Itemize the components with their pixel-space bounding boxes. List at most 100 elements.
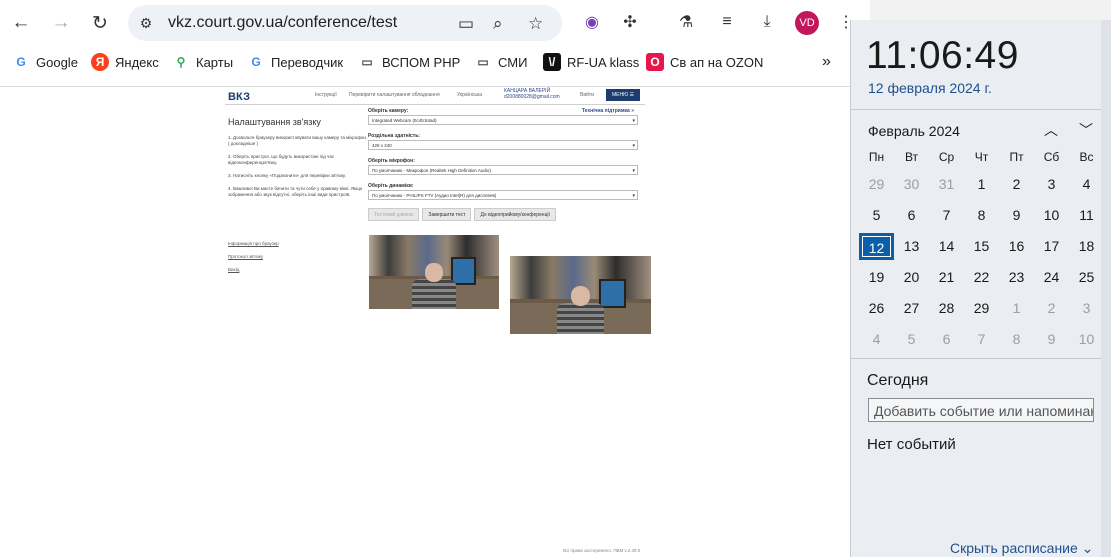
calendar-day[interactable]: 27 [894,295,929,322]
calendar-day[interactable]: 15 [964,233,999,260]
calendar-day[interactable]: 22 [964,264,999,291]
calendar-day[interactable]: 4 [1069,171,1104,198]
form-buttons: Тестовий дзвінок Завершити тест До відео… [368,208,642,221]
language-select[interactable]: Українська [457,92,482,98]
calendar-day[interactable]: 26 [859,295,894,322]
calendar-day[interactable]: 18 [1069,233,1104,260]
device-settings-form: Технічна підтримка » Оберіть камеру: Int… [368,108,642,221]
calendar-day[interactable]: 9 [999,202,1034,229]
calendar-day[interactable]: 25 [1069,264,1104,291]
reload-icon[interactable]: ↻ [85,8,115,38]
calendar-day[interactable]: 17 [1034,233,1069,260]
flyout-scrollbar[interactable] [1101,20,1111,557]
address-bar[interactable]: ⚙ vkz.court.gov.ua/conference/test ▭ ⌕ ☆ [128,5,562,41]
camera-icon[interactable]: ▭ [458,14,474,34]
calendar-day[interactable]: 28 [929,295,964,322]
calendar-day[interactable]: 20 [894,264,929,291]
bookmark-google[interactable]: G Google [12,53,78,71]
calendar-day[interactable]: 7 [964,326,999,353]
bookmark-ozon[interactable]: O Св ап на OZON [646,53,763,71]
month-title[interactable]: Февраль 2024 [868,123,960,139]
calendar-day[interactable]: 16 [999,233,1034,260]
calendar-day[interactable]: 1 [964,171,999,198]
zoom-icon[interactable]: ⌕ [493,14,503,34]
calendar-day[interactable]: 9 [1034,326,1069,353]
date-link[interactable]: 12 февраля 2024 г. [868,80,992,96]
speakers-select[interactable]: По умолчанию - PHILIPS FTV (Аудио Intel(… [368,190,638,200]
calendar-grid: Пн Вт Ср Чт Пт Сб Вс 29 30 31 1 2 3 4 5 … [859,145,1109,355]
calendar-day[interactable]: 10 [1034,202,1069,229]
calendar-day[interactable]: 6 [894,202,929,229]
chevron-down-icon[interactable]: ﹀ [1079,120,1093,140]
calendar-day[interactable]: 31 [929,171,964,198]
menu-button[interactable]: МЕНЮ ☰ [606,89,640,101]
bookmark-star-icon[interactable]: ☆ [528,14,543,34]
microphone-select[interactable]: По умолчанию - Микрофон (Realtek High De… [368,165,638,175]
calendar-day[interactable]: 8 [999,326,1034,353]
hide-schedule-link[interactable]: Скрыть расписание ⌄ [950,540,1093,557]
support-link[interactable]: Технічна підтримка » [582,108,634,114]
weekday-label: Чт [974,150,989,164]
today-label: Сегодня [867,372,929,389]
labs-flask-icon[interactable]: ⚗ [674,10,698,34]
back-icon[interactable]: ← [6,8,36,38]
step-item: 4. Важливо! Ви маєте бачити та чути себе… [228,186,363,197]
extension-color-icon[interactable]: ◉ [580,10,604,34]
calendar-day[interactable]: 30 [894,171,929,198]
calendar-day[interactable]: 2 [1034,295,1069,322]
calendar-day[interactable]: 23 [999,264,1034,291]
media-control-icon[interactable]: ≡ [715,10,739,34]
step-item: 2. Оберіть пристрої, що будуть використа… [228,154,335,165]
chevron-up-icon[interactable]: ︿ [1044,120,1058,140]
calendar-day[interactable]: 3 [1069,295,1104,322]
site-info-icon[interactable]: ⚙ [136,13,156,33]
resolution-select[interactable]: 426 x 240 ▾ [368,140,638,150]
bookmark-folder-php[interactable]: ▭ ВСПОМ PHP [358,53,460,71]
calendar-day[interactable]: 8 [964,202,999,229]
calendar-day[interactable]: 5 [894,326,929,353]
calendar-day[interactable]: 7 [929,202,964,229]
calendar-day[interactable]: 6 [929,326,964,353]
test-call-button[interactable]: Тестовий дзвінок [368,208,420,221]
calendar-day[interactable]: 29 [964,295,999,322]
calendar-day[interactable]: 11 [1069,202,1104,229]
calendar-day[interactable]: 14 [929,233,964,260]
bookmark-folder-smi[interactable]: ▭ СМИ [474,53,527,71]
bookmark-maps[interactable]: ⚲ Карты [172,53,233,71]
logout-link[interactable]: Вийти [580,92,594,98]
end-test-button[interactable]: Завершити тест [422,208,472,221]
extensions-puzzle-icon[interactable]: ✣ [618,10,642,34]
calendar-day[interactable]: 24 [1034,264,1069,291]
bookmark-rf-ua[interactable]: \/RF-UA klass [543,53,639,71]
link-instructions[interactable]: Інструкції [315,92,337,98]
weekday-label: Вт [904,150,919,164]
calendar-day[interactable]: 5 [859,202,894,229]
calendar-day[interactable]: 19 [859,264,894,291]
link-exit[interactable]: Вихід [228,263,279,276]
calendar-day[interactable]: 2 [999,171,1034,198]
download-icon[interactable]: ⤓ [755,10,779,34]
go-to-conference-button[interactable]: До відеоприйому/конференції [474,208,556,221]
more-bookmarks-icon[interactable]: » [822,53,831,71]
link-check-equipment[interactable]: Перевірити налаштування обладнання [349,92,440,98]
calendar-day[interactable]: 21 [929,264,964,291]
forward-icon[interactable]: → [46,8,76,38]
link-protocol[interactable]: Протокол зв'язку [228,250,279,263]
calendar-day-today[interactable]: 12 [859,233,894,260]
bookmark-yandex[interactable]: Я Яндекс [91,53,159,71]
calendar-day[interactable]: 4 [859,326,894,353]
calendar-day[interactable]: 3 [1034,171,1069,198]
bookmark-translate[interactable]: G Переводчик [247,53,343,71]
url-text[interactable]: vkz.court.gov.ua/conference/test [168,14,397,32]
site-logo[interactable]: ВКЗ [228,91,250,103]
calendar-day[interactable]: 13 [894,233,929,260]
camera-select[interactable]: Integrated Webcam (0c45:64ad) ▾ [368,115,638,125]
add-event-input[interactable]: Добавить событие или напоминание [868,398,1094,422]
link-browser-info[interactable]: Інформація про браузер [228,237,279,250]
profile-avatar[interactable]: VD [795,11,819,35]
calendar-day[interactable]: 1 [999,295,1034,322]
weekday-label: Ср [938,150,955,164]
calendar-day[interactable]: 10 [1069,326,1104,353]
calendar-day[interactable]: 29 [859,171,894,198]
browser-toolbar: ← → ↻ ⚙ vkz.court.gov.ua/conference/test… [0,0,870,86]
